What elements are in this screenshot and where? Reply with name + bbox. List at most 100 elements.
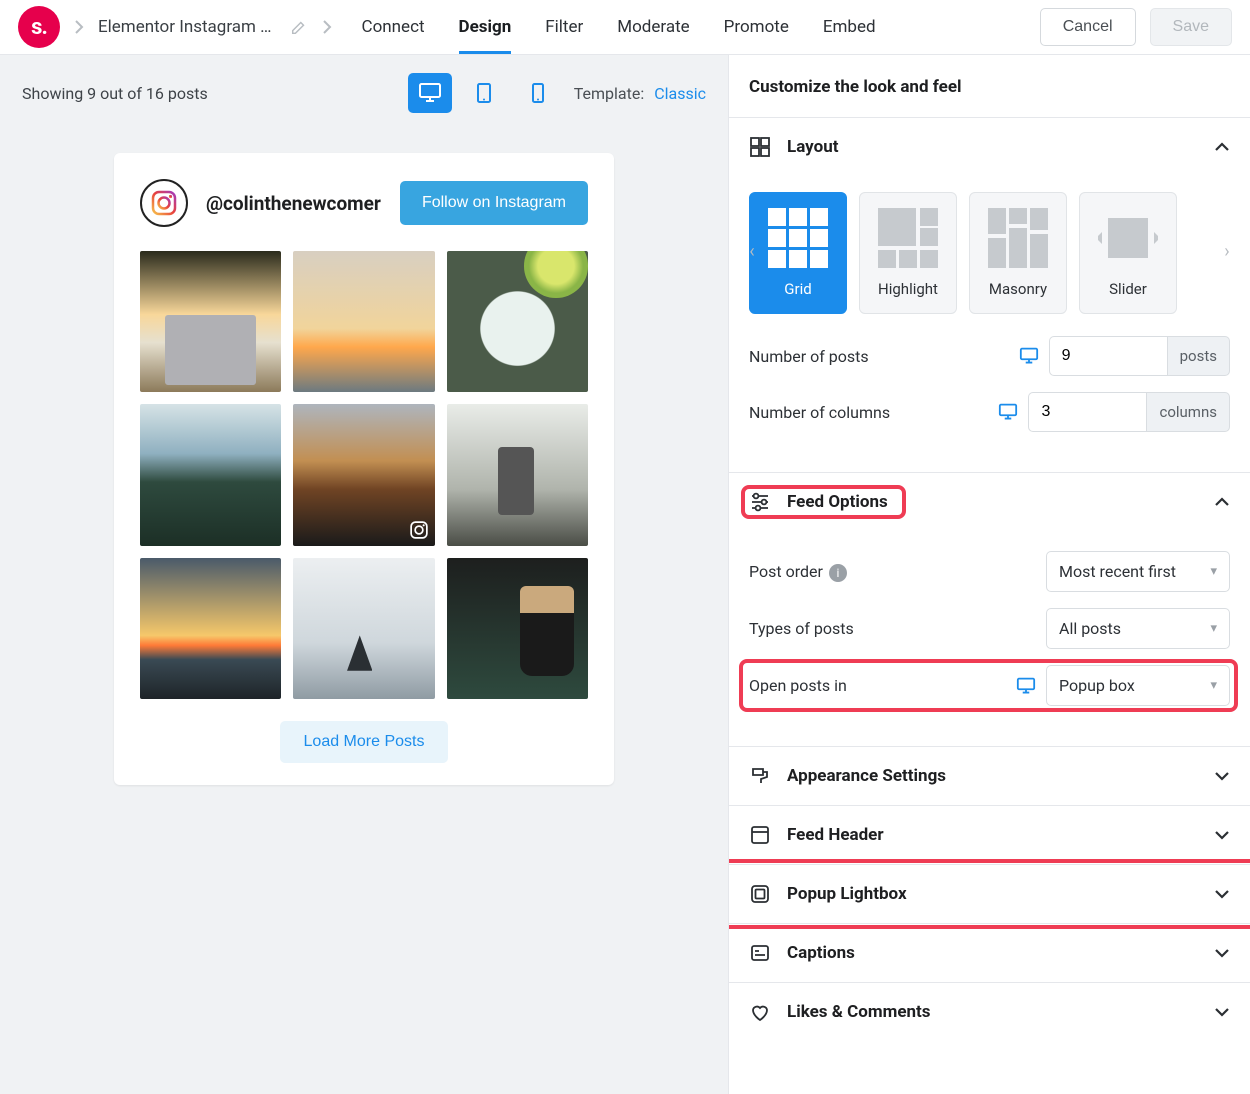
chevron-down-icon: [1214, 771, 1230, 781]
section-popup-lightbox: Popup Lightbox: [729, 864, 1250, 923]
slider-thumb-icon: [1098, 208, 1158, 268]
settings-panel: Customize the look and feel Layout ‹: [728, 55, 1250, 1094]
feed-post[interactable]: [293, 404, 434, 545]
open-posts-in-row: Open posts in Popup box▾: [749, 665, 1230, 706]
section-layout: Layout ‹ Grid: [729, 117, 1250, 472]
heart-icon: [749, 1001, 771, 1023]
popup-icon: [749, 883, 771, 905]
header-tabs: Connect Design Filter Moderate Promote E…: [362, 1, 1026, 54]
num-posts-input[interactable]: [1049, 336, 1167, 376]
feed-grid: [140, 251, 588, 699]
section-layout-header[interactable]: Layout: [729, 118, 1250, 176]
load-more-button[interactable]: Load More Posts: [280, 721, 449, 763]
section-feed-options-header[interactable]: Feed Options: [729, 473, 1250, 531]
responsive-icon[interactable]: [998, 403, 1018, 421]
open-in-select[interactable]: Popup box▾: [1046, 665, 1230, 706]
tab-connect[interactable]: Connect: [362, 1, 425, 54]
breadcrumb-chevron-icon: [74, 19, 84, 35]
sliders-icon: [749, 491, 771, 513]
breadcrumb-title[interactable]: Elementor Instagram …: [98, 17, 272, 37]
layout-option-highlight[interactable]: Highlight: [859, 192, 957, 314]
feed-post[interactable]: [447, 404, 588, 545]
chevron-down-icon: ▾: [1210, 678, 1217, 693]
tab-design[interactable]: Design: [459, 1, 512, 54]
device-switcher: [408, 73, 560, 113]
types-label: Types of posts: [749, 619, 1036, 638]
layout-icon: [749, 136, 771, 158]
feed-post[interactable]: [140, 404, 281, 545]
feed-post[interactable]: [447, 558, 588, 699]
section-likes-comments: Likes & Comments: [729, 982, 1250, 1041]
preview-pane: Showing 9 out of 16 posts Template: Clas…: [0, 55, 728, 1094]
cancel-button[interactable]: Cancel: [1040, 8, 1136, 46]
follow-button[interactable]: Follow on Instagram: [400, 181, 588, 225]
layout-prev-button[interactable]: ‹: [743, 238, 761, 264]
tab-embed[interactable]: Embed: [823, 1, 876, 54]
section-appearance: Appearance Settings: [729, 746, 1250, 805]
template-link[interactable]: Classic: [654, 84, 706, 103]
feed-post[interactable]: [140, 558, 281, 699]
device-tablet-button[interactable]: [462, 73, 506, 113]
responsive-icon[interactable]: [1019, 347, 1039, 365]
feed-post[interactable]: [140, 251, 281, 392]
save-button: Save: [1150, 8, 1232, 46]
paint-icon: [749, 765, 771, 787]
layout-type-chooser: ‹ Grid Highlight: [749, 192, 1230, 314]
section-likes-comments-header[interactable]: Likes & Comments: [729, 983, 1250, 1041]
feed-username[interactable]: @colinthenewcomer: [206, 192, 381, 215]
chevron-down-icon: ▾: [1210, 621, 1217, 636]
num-cols-input[interactable]: [1028, 392, 1146, 432]
num-cols-suffix: columns: [1146, 392, 1230, 432]
section-appearance-header[interactable]: Appearance Settings: [729, 747, 1250, 805]
instagram-badge-icon: [409, 520, 429, 540]
responsive-icon[interactable]: [1016, 677, 1036, 695]
section-feed-options: Feed Options Post orderi Most recent fir…: [729, 472, 1250, 746]
chevron-up-icon: [1214, 497, 1230, 507]
section-feed-header-header[interactable]: Feed Header: [729, 806, 1250, 864]
template-label: Template: Classic: [574, 84, 706, 103]
number-of-columns-row: Number of columns columns: [749, 392, 1230, 432]
layout-option-slider[interactable]: Slider: [1079, 192, 1177, 314]
brand-logo[interactable]: s.: [18, 6, 60, 48]
types-select[interactable]: All posts▾: [1046, 608, 1230, 649]
grid-thumb-icon: [768, 208, 828, 268]
app-header: s. Elementor Instagram … Connect Design …: [0, 0, 1250, 55]
section-captions: Captions: [729, 923, 1250, 982]
chevron-down-icon: ▾: [1210, 564, 1217, 579]
post-order-select[interactable]: Most recent first▾: [1046, 551, 1230, 592]
tab-filter[interactable]: Filter: [545, 1, 583, 54]
info-icon[interactable]: i: [829, 564, 847, 582]
settings-panel-title: Customize the look and feel: [729, 55, 1250, 117]
tab-promote[interactable]: Promote: [724, 1, 789, 54]
open-in-label: Open posts in: [749, 676, 1006, 695]
feed-post[interactable]: [447, 251, 588, 392]
highlight-thumb-icon: [878, 208, 938, 268]
section-captions-header[interactable]: Captions: [729, 924, 1250, 982]
section-popup-lightbox-header[interactable]: Popup Lightbox: [729, 865, 1250, 923]
chevron-down-icon: [1214, 1007, 1230, 1017]
num-posts-suffix: posts: [1167, 336, 1230, 376]
masonry-thumb-icon: [988, 208, 1048, 268]
post-order-label: Post orderi: [749, 562, 1036, 582]
feed-preview-card: @colinthenewcomer Follow on Instagram: [114, 153, 614, 785]
tab-moderate[interactable]: Moderate: [617, 1, 689, 54]
device-mobile-button[interactable]: [516, 73, 560, 113]
section-feed-header: Feed Header: [729, 805, 1250, 864]
tablet-icon: [474, 82, 494, 104]
layout-next-button[interactable]: ›: [1218, 238, 1236, 264]
edit-title-icon[interactable]: [290, 18, 308, 36]
captions-icon: [749, 942, 771, 964]
layout-option-masonry[interactable]: Masonry: [969, 192, 1067, 314]
feed-post[interactable]: [293, 558, 434, 699]
layout-option-grid[interactable]: Grid: [749, 192, 847, 314]
types-of-posts-row: Types of posts All posts▾: [749, 608, 1230, 649]
chevron-down-icon: [1214, 830, 1230, 840]
device-desktop-button[interactable]: [408, 73, 452, 113]
post-order-row: Post orderi Most recent first▾: [749, 551, 1230, 592]
chevron-down-icon: [1214, 889, 1230, 899]
num-cols-label: Number of columns: [749, 403, 988, 422]
window-icon: [749, 824, 771, 846]
feed-post[interactable]: [293, 251, 434, 392]
instagram-avatar[interactable]: [140, 179, 188, 227]
showing-count: Showing 9 out of 16 posts: [22, 84, 394, 103]
